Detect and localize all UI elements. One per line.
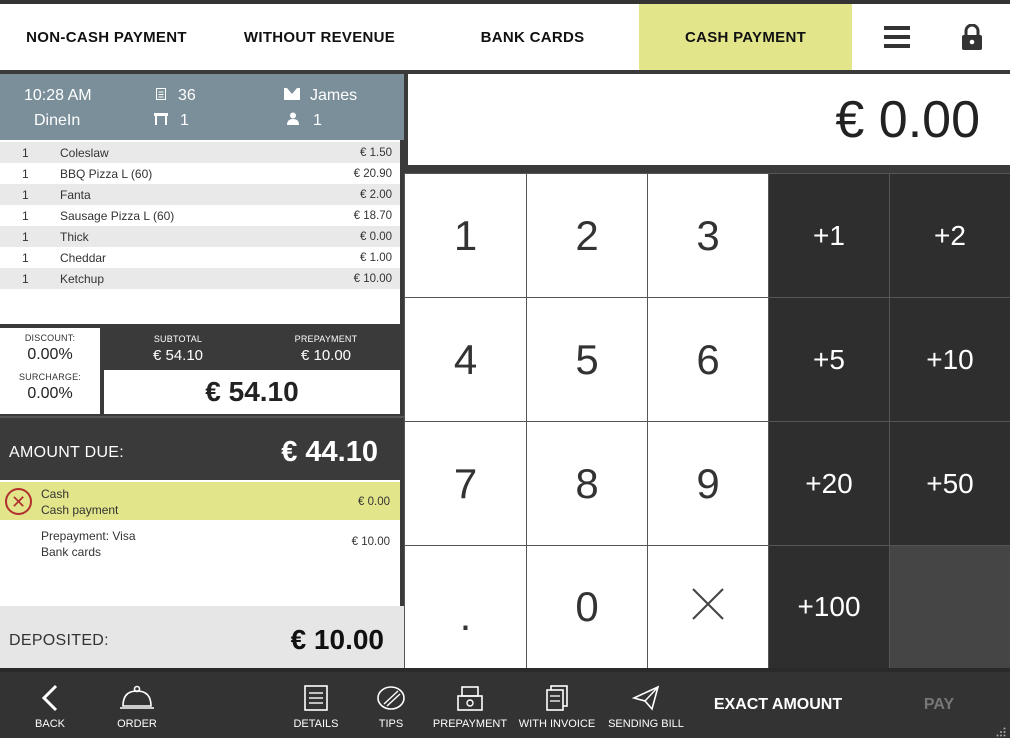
key-decimal[interactable]: . — [404, 545, 526, 668]
surcharge-label: SURCHARGE: — [18, 372, 81, 382]
cash-register-icon — [455, 684, 485, 712]
sending-bill-button[interactable]: SENDING BILL — [608, 672, 684, 738]
table-number: 1 — [154, 112, 189, 130]
menu-icon[interactable] — [867, 4, 927, 70]
tab-bank-cards[interactable]: BANK CARDS — [426, 4, 639, 70]
list-item[interactable]: 1 Thick € 0.00 — [0, 226, 400, 247]
discount-value: 0.00% — [27, 346, 73, 363]
tab-without-revenue[interactable]: WITHOUT REVENUE — [213, 4, 426, 70]
amount-due-label: AMOUNT DUE: — [9, 444, 125, 461]
send-plane-icon — [632, 684, 660, 712]
key-8[interactable]: 8 — [526, 421, 647, 545]
order-panel: 10:28 AM DineIn 36 1 James 1 1 Coleslaw € … — [0, 74, 404, 668]
order-items-list: 1 Coleslaw € 1.50 1 BBQ Pizza L (60) € 20.90… — [0, 142, 400, 289]
key-plus-100[interactable]: +100 — [768, 545, 889, 668]
subtotal-label: SUBTOTAL — [153, 334, 203, 344]
prepayment-value: € 10.00 — [300, 347, 352, 364]
key-7[interactable]: 7 — [404, 421, 526, 545]
keypad-empty-cell — [889, 545, 1010, 668]
deposited-label: DEPOSITED: — [9, 632, 109, 649]
key-1[interactable]: 1 — [404, 173, 526, 297]
key-3[interactable]: 3 — [647, 173, 768, 297]
list-item[interactable]: 1 Sausage Pizza L (60) € 18.70 — [0, 205, 400, 226]
details-button[interactable]: DETAILS — [288, 672, 344, 738]
back-button[interactable]: BACK — [20, 672, 80, 738]
discount-surcharge-box[interactable]: DISCOUNT: 0.00% SURCHARGE: 0.00% — [0, 328, 100, 414]
clear-key[interactable] — [647, 545, 768, 668]
with-invoice-button[interactable]: WITH INVOICE — [518, 672, 596, 738]
table-icon — [154, 112, 168, 130]
subtotal-value: € 54.10 — [152, 347, 204, 364]
list-item[interactable]: 1 BBQ Pizza L (60) € 20.90 — [0, 163, 400, 184]
resize-grip-icon — [996, 724, 1006, 737]
deposited-value: € 10.00 — [290, 624, 384, 655]
surcharge-value: 0.00% — [27, 385, 73, 402]
list-item[interactable]: 1 Coleslaw € 1.50 — [0, 142, 400, 163]
back-arrow-icon — [40, 684, 60, 712]
remove-payment-icon[interactable]: ✕ — [5, 488, 32, 515]
tips-button[interactable]: TIPS — [366, 672, 416, 738]
lock-icon[interactable] — [942, 4, 1002, 70]
numeric-keypad: 1 2 3 +1 +2 4 5 6 +5 +10 7 8 9 +20 +50 .… — [404, 173, 1010, 668]
cloche-icon — [119, 684, 155, 712]
tab-cash-payment[interactable]: CASH PAYMENT — [639, 4, 852, 70]
key-plus-1[interactable]: +1 — [768, 173, 889, 297]
tab-non-cash-payment[interactable]: NON-CASH PAYMENT — [0, 4, 213, 70]
order-button[interactable]: ORDER — [104, 672, 170, 738]
x-icon — [691, 583, 725, 631]
amount-due-bar: AMOUNT DUE: € 44.10 — [0, 416, 404, 480]
receipt-icon — [156, 87, 166, 105]
pay-button[interactable]: PAY — [896, 672, 982, 738]
key-plus-50[interactable]: +50 — [889, 421, 1010, 545]
coin-icon — [376, 684, 406, 712]
deposited-bar: DEPOSITED: € 10.00 — [0, 606, 404, 668]
prepayment-label: PREPAYMENT — [294, 334, 358, 344]
order-total: € 54.10 — [104, 370, 400, 414]
order-info-header: 10:28 AM DineIn 36 1 James 1 — [0, 74, 404, 140]
invoice-icon — [545, 684, 569, 712]
waiter-icon — [284, 87, 300, 105]
person-icon — [287, 112, 299, 130]
list-item[interactable]: 1 Ketchup € 10.00 — [0, 268, 400, 289]
totals-section: DISCOUNT: 0.00% SURCHARGE: 0.00% SUBTOTA… — [0, 324, 404, 416]
key-plus-10[interactable]: +10 — [889, 297, 1010, 421]
discount-label: DISCOUNT: — [24, 333, 76, 343]
entered-amount-display: € 0.00 — [408, 74, 1010, 169]
bottom-action-bar: BACK ORDER DETAILS TIPS PREPAYMENT WITH … — [0, 668, 1010, 738]
key-plus-5[interactable]: +5 — [768, 297, 889, 421]
receipt-number: 36 — [156, 87, 196, 105]
key-0[interactable]: 0 — [526, 545, 647, 668]
prepayment-button[interactable]: PREPAYMENT — [433, 672, 507, 738]
amount-due-value: € 44.10 — [281, 436, 378, 468]
key-9[interactable]: 9 — [647, 421, 768, 545]
key-5[interactable]: 5 — [526, 297, 647, 421]
key-6[interactable]: 6 — [647, 297, 768, 421]
guest-count: 1 — [287, 112, 322, 130]
order-time: 10:28 AM — [24, 87, 92, 104]
document-list-icon — [303, 684, 329, 712]
key-plus-2[interactable]: +2 — [889, 173, 1010, 297]
key-2[interactable]: 2 — [526, 173, 647, 297]
waiter-name: James — [284, 87, 357, 105]
payment-row-prepayment[interactable]: Prepayment: Visa Bank cards € 10.00 — [0, 524, 400, 562]
payment-row-cash[interactable]: ✕ Cash Cash payment € 0.00 — [0, 482, 400, 520]
list-item[interactable]: 1 Fanta € 2.00 — [0, 184, 400, 205]
order-mode: DineIn — [34, 112, 81, 129]
key-plus-20[interactable]: +20 — [768, 421, 889, 545]
list-item[interactable]: 1 Cheddar € 1.00 — [0, 247, 400, 268]
payment-method-tabs: NON-CASH PAYMENT WITHOUT REVENUE BANK CA… — [0, 0, 1010, 74]
exact-amount-button[interactable]: EXACT AMOUNT — [700, 672, 856, 738]
key-4[interactable]: 4 — [404, 297, 526, 421]
subtotal-prepayment: SUBTOTAL € 54.10 PREPAYMENT € 10.00 — [104, 328, 400, 368]
